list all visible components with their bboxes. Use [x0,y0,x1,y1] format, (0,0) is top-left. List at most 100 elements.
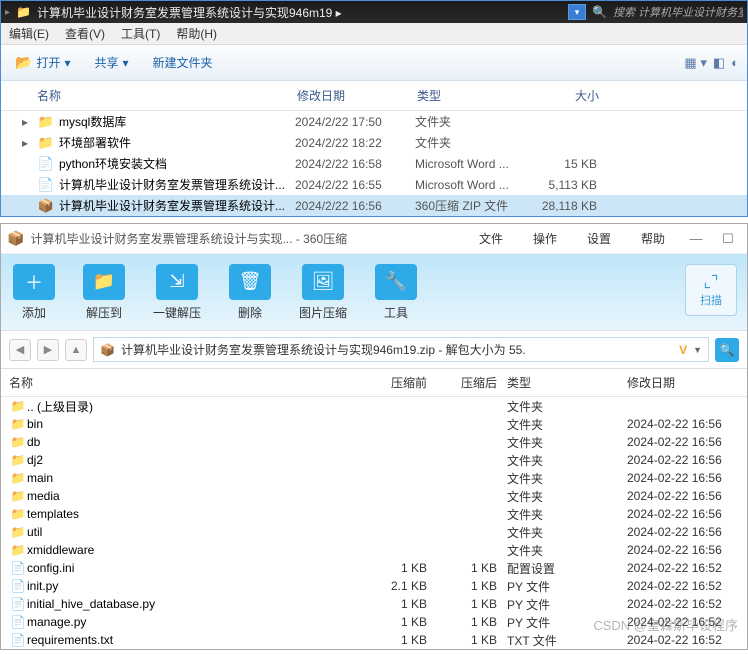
explorer-titlebar: ▸ 📁 计算机毕业设计财务室发票管理系统设计与实现946m19 ▸ ▾ 🔍 搜索… [1,1,747,23]
file-name: templates [27,507,367,521]
address-dropdown-button[interactable]: ▾ [568,4,586,20]
image-compress-button[interactable]: 🖼图片压缩 [299,264,347,321]
open-icon: 📂 [15,54,32,71]
file-name: media [27,489,367,503]
zip-row[interactable]: 📄requirements.txt1 KB1 KBTXT 文件2024-02-2… [1,631,747,649]
file-type: PY 文件 [507,578,627,595]
file-name: config.ini [27,561,367,575]
app-icon: 📦 [7,230,24,247]
open-button[interactable]: 📂打开 ▾ [9,52,76,73]
maximize-button[interactable]: ☐ [715,231,741,247]
file-date: 2024/2/22 18:22 [295,136,415,150]
folder-icon: 📁 [37,114,55,130]
file-row[interactable]: 📄计算机毕业设计财务室发票管理系统设计...2024/2/22 16:55Mic… [1,174,747,195]
folder-icon: 📁 [9,525,27,539]
address-path[interactable]: 计算机毕业设计财务室发票管理系统设计与实现946m19 ▸ [37,4,562,21]
zip-row[interactable]: 📄manage.py1 KB1 KBPY 文件2024-02-22 16:52 [1,613,747,631]
help-button[interactable]: ◐ [731,55,739,71]
size-after: 1 KB [437,615,507,629]
menu-help[interactable]: 帮助(H) [176,25,217,42]
zip-search-button[interactable]: 🔍 [715,338,739,362]
file-date: 2024-02-22 16:56 [627,507,747,521]
file-name: main [27,471,367,485]
zip-columns-header: 名称 压缩前 压缩后 类型 修改日期 [1,369,747,397]
nav-up-button[interactable]: ▲ [65,339,87,361]
menu-settings[interactable]: 设置 [587,230,611,247]
explorer-file-list: ▸📁mysql数据库2024/2/22 17:50文件夹▸📁环境部署软件2024… [1,111,747,216]
zip-pathbar: ◀ ▶ ▲ 📦 计算机毕业设计财务室发票管理系统设计与实现946m19.zip … [1,330,747,369]
menu-edit[interactable]: 编辑(E) [9,25,49,42]
column-type[interactable]: 类型 [417,87,529,104]
menu-tools[interactable]: 工具(T) [121,25,160,42]
share-button[interactable]: 共享 ▾ [88,52,134,73]
folder-icon: 📁 [9,417,27,431]
dropdown-icon[interactable]: ▼ [693,345,702,355]
column-date[interactable]: 修改日期 [297,87,417,104]
file-type: 文件夹 [507,542,627,559]
zip-row[interactable]: 📁media文件夹2024-02-22 16:56 [1,487,747,505]
folder-icon: 📁 [9,399,27,413]
zcolumn-date[interactable]: 修改日期 [627,374,747,391]
oneclick-extract-button[interactable]: ⇲一键解压 [153,264,201,321]
zip-file-list: 📁.. (上级目录)文件夹📁bin文件夹2024-02-22 16:56📁db文… [1,397,747,649]
delete-icon: 🗑 [229,264,271,300]
extract-to-button[interactable]: 📁解压到 [83,264,125,321]
file-row[interactable]: 📦计算机毕业设计财务室发票管理系统设计...2024/2/22 16:56360… [1,195,747,216]
zip-row[interactable]: 📁bin文件夹2024-02-22 16:56 [1,415,747,433]
zip-row[interactable]: 📁main文件夹2024-02-22 16:56 [1,469,747,487]
zip-file-icon: 📦 [100,343,115,357]
file-date: 2024-02-22 16:56 [627,489,747,503]
menu-help[interactable]: 帮助 [641,230,665,247]
file-row[interactable]: 📄python环境安装文档2024/2/22 16:58Microsoft Wo… [1,153,747,174]
file-type: 文件夹 [507,416,627,433]
file-name: db [27,435,367,449]
file-name: initial_hive_database.py [27,597,367,611]
file-date: 2024-02-22 16:52 [627,633,747,647]
view-mode-button[interactable]: ▦ ▾ [684,55,706,71]
tools-button[interactable]: 🔧工具 [375,264,417,321]
file-name: init.py [27,579,367,593]
scan-button[interactable]: ⌞⌝扫描 [685,264,737,316]
zip-row[interactable]: 📄initial_hive_database.py1 KB1 KBPY 文件20… [1,595,747,613]
zcolumn-before[interactable]: 压缩前 [367,374,437,391]
zcolumn-type[interactable]: 类型 [507,374,627,391]
zip-path-field[interactable]: 📦 计算机毕业设计财务室发票管理系统设计与实现946m19.zip - 解包大小… [93,337,709,362]
zip-row[interactable]: 📁templates文件夹2024-02-22 16:56 [1,505,747,523]
menu-view[interactable]: 查看(V) [65,25,105,42]
zcolumn-after[interactable]: 压缩后 [437,374,507,391]
breadcrumb-chevron-icon: ▸ [5,7,10,18]
delete-button[interactable]: 🗑删除 [229,264,271,321]
zip-row[interactable]: 📁util文件夹2024-02-22 16:56 [1,523,747,541]
tree-toggle-icon[interactable]: ▸ [13,136,37,150]
zip-row[interactable]: 📁dj2文件夹2024-02-22 16:56 [1,451,747,469]
zip-row[interactable]: 📄config.ini1 KB1 KB配置设置2024-02-22 16:52 [1,559,747,577]
search-input[interactable]: 搜索 计算机毕业设计财务室发票管理... [613,4,743,20]
zcolumn-name[interactable]: 名称 [9,374,367,391]
column-size[interactable]: 大小 [529,87,609,104]
file-type: TXT 文件 [507,632,627,649]
new-folder-button[interactable]: 新建文件夹 [147,52,219,73]
file-type: PY 文件 [507,596,627,613]
nav-forward-button[interactable]: ▶ [37,339,59,361]
menu-file[interactable]: 文件 [479,230,503,247]
nav-back-button[interactable]: ◀ [9,339,31,361]
size-after: 1 KB [437,579,507,593]
menu-operate[interactable]: 操作 [533,230,557,247]
zip-row[interactable]: 📁db文件夹2024-02-22 16:56 [1,433,747,451]
zip-row[interactable]: 📄init.py2.1 KB1 KBPY 文件2024-02-22 16:52 [1,577,747,595]
file-date: 2024-02-22 16:52 [627,615,747,629]
zip-toolbar: ＋添加 📁解压到 ⇲一键解压 🗑删除 🖼图片压缩 🔧工具 ⌞⌝扫描 [1,254,747,330]
file-row[interactable]: ▸📁mysql数据库2024/2/22 17:50文件夹 [1,111,747,132]
tree-toggle-icon[interactable]: ▸ [13,115,37,129]
minimize-button[interactable]: — [683,231,709,246]
preview-pane-button[interactable]: ◧ [713,55,725,71]
zip-row[interactable]: 📁xmiddleware文件夹2024-02-22 16:56 [1,541,747,559]
file-type: 360压缩 ZIP 文件 [415,197,527,214]
file-type: 文件夹 [507,506,627,523]
file-row[interactable]: ▸📁环境部署软件2024/2/22 18:22文件夹 [1,132,747,153]
zip-row[interactable]: 📁.. (上级目录)文件夹 [1,397,747,415]
file-icon: 📄 [9,597,27,611]
column-name[interactable]: 名称 [37,87,297,104]
size-after: 1 KB [437,597,507,611]
add-button[interactable]: ＋添加 [13,264,55,321]
